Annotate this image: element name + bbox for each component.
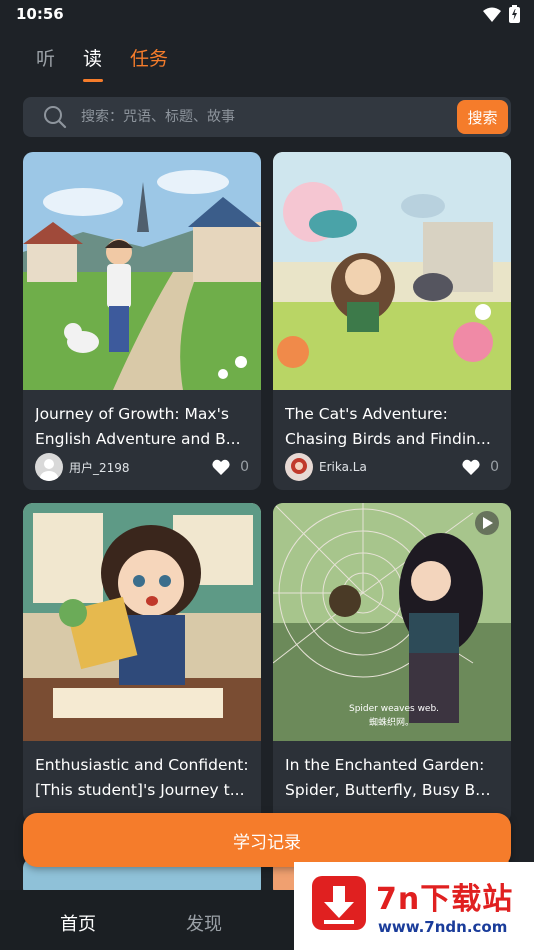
story-title: In the Enchanted Garden: Spider, Butterf…: [273, 741, 511, 803]
story-title: The Cat's Adventure: Chasing Birds and F…: [273, 390, 511, 452]
tab-read[interactable]: 读: [83, 44, 104, 82]
watermark: 7n下载站 www.7ndn.com: [294, 862, 534, 950]
author-name: Erika.La: [319, 460, 367, 474]
status-time: 10:56: [16, 5, 64, 23]
story-title: Journey of Growth: Max's English Adventu…: [23, 390, 261, 452]
story-title-line: The Cat's Adventure:: [285, 405, 448, 423]
author-name: 用户_2198: [69, 460, 130, 475]
story-meta: Erika.La 0: [285, 452, 499, 482]
avatar: [35, 453, 63, 481]
heart-icon: [212, 459, 230, 475]
tab-listen[interactable]: 听: [36, 44, 55, 82]
nav-home[interactable]: 首页: [60, 910, 96, 936]
battery-icon: [509, 5, 520, 23]
story-title-line: English Adventure and B...: [35, 430, 241, 448]
watermark-brand: 7n下载站: [376, 882, 514, 917]
story-card[interactable]: Spider weaves web. 蜘蛛织网。 In the Enchante…: [273, 503, 511, 823]
status-bar: 10:56: [0, 0, 534, 30]
learning-record-button[interactable]: 学习记录: [23, 813, 511, 867]
tab-tasks-label: 任务: [130, 48, 169, 70]
image-caption: 蜘蛛织网。: [369, 716, 414, 728]
like-button[interactable]: 0: [462, 459, 499, 475]
story-cover-image: [273, 152, 511, 390]
story-cover-image: [23, 503, 261, 741]
wifi-icon: [483, 7, 501, 22]
avatar: [285, 453, 313, 481]
like-button[interactable]: 0: [212, 459, 249, 475]
top-tabs: 听 读 任务: [36, 44, 168, 82]
story-card[interactable]: Journey of Growth: Max's English Adventu…: [23, 152, 261, 490]
like-count: 0: [490, 459, 499, 475]
active-tab-indicator: [83, 79, 104, 82]
story-cover-image: Spider weaves web. 蜘蛛织网。: [273, 503, 511, 741]
story-title-line: Spider, Butterfly, Busy Be...: [285, 781, 499, 799]
search-button[interactable]: 搜索: [457, 100, 508, 134]
search-bar[interactable]: 搜索：咒语、标题、故事 搜索: [23, 97, 511, 137]
watermark-url: www.7ndn.com: [378, 918, 508, 936]
status-icons: [483, 5, 520, 23]
image-caption: Spider weaves web.: [349, 704, 439, 714]
search-input[interactable]: 搜索：咒语、标题、故事: [81, 106, 235, 126]
nav-discover[interactable]: 发现: [186, 910, 222, 936]
search-icon: [44, 106, 67, 129]
tab-read-label: 读: [83, 48, 103, 70]
like-count: 0: [240, 459, 249, 475]
story-meta: 用户_2198 0: [35, 452, 249, 482]
story-card[interactable]: The Cat's Adventure: Chasing Birds and F…: [273, 152, 511, 490]
heart-icon: [462, 459, 480, 475]
story-title-line: Enthusiastic and Confident:: [35, 756, 249, 774]
story-cover-image: [23, 152, 261, 390]
tab-tasks[interactable]: 任务: [130, 44, 168, 82]
download-logo-icon: [312, 876, 366, 930]
story-title-line: In the Enchanted Garden:: [285, 756, 485, 774]
story-title-line: Journey of Growth: Max's: [35, 405, 229, 423]
story-title-line: [This student]'s Journey t...: [35, 781, 245, 799]
tab-listen-label: 听: [36, 48, 56, 70]
story-card[interactable]: Enthusiastic and Confident: [This studen…: [23, 503, 261, 823]
story-title-line: Chasing Birds and Findin...: [285, 430, 491, 448]
story-title: Enthusiastic and Confident: [This studen…: [23, 741, 261, 803]
